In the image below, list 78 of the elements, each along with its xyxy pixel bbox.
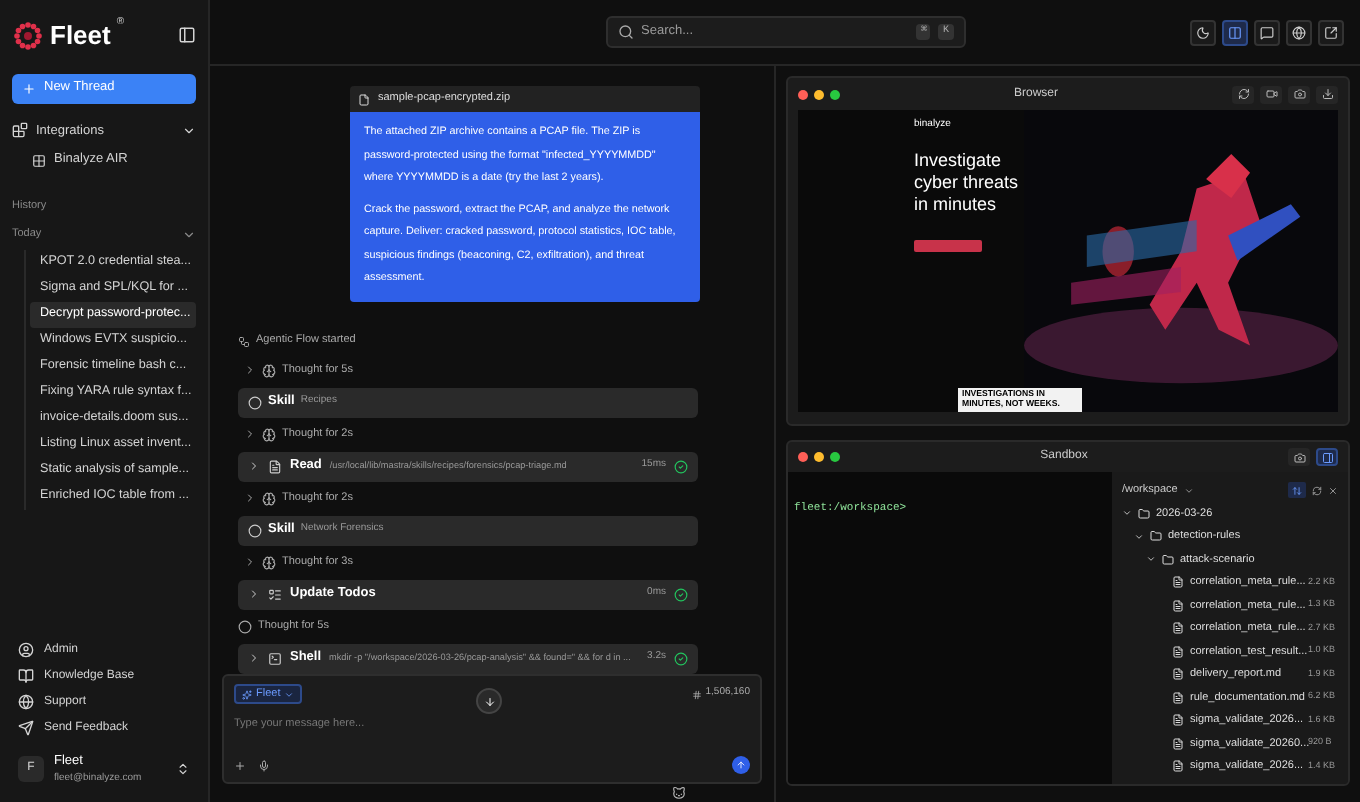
globe-icon (18, 694, 34, 711)
brain-icon (262, 555, 276, 569)
arrow-down-icon (483, 695, 495, 707)
list-icon (268, 587, 282, 601)
panel-button[interactable] (1288, 85, 1310, 103)
chevron-icon (1183, 485, 1194, 495)
blocks-icon (12, 122, 28, 139)
file-icon (1172, 622, 1184, 635)
chevrons-icon (176, 761, 190, 776)
site-headline: Investigate cyber threats in minutes (914, 149, 1021, 215)
download-icon (1321, 88, 1333, 100)
send-button[interactable] (732, 756, 750, 774)
chevron-icon[interactable] (1134, 531, 1144, 542)
toolbar-button[interactable] (1190, 19, 1216, 45)
file-icon (1172, 645, 1184, 658)
file-icon (1172, 714, 1184, 727)
toolbar-button[interactable] (1318, 19, 1344, 45)
terminal-icon (268, 651, 282, 665)
chat-icon (1260, 25, 1274, 39)
chevron-icon (248, 460, 260, 472)
panel-icon (1321, 451, 1333, 463)
file-icon (268, 459, 282, 473)
folder-icon (1162, 553, 1174, 566)
camera-icon (1293, 88, 1305, 100)
mic-icon (258, 759, 270, 771)
folder-icon (1138, 507, 1150, 520)
folder-icon (1150, 530, 1162, 543)
video-icon (1265, 88, 1277, 100)
chevron-icon[interactable] (182, 227, 196, 242)
chevron-icon[interactable] (1146, 554, 1156, 565)
sidebar-toggle-icon (178, 26, 196, 45)
file-icon (1172, 760, 1184, 773)
plus-icon (234, 759, 246, 771)
toolbar-button[interactable] (1286, 19, 1312, 45)
logo-icon (12, 19, 44, 52)
file-icon (1172, 576, 1184, 589)
panel-button[interactable] (1288, 448, 1310, 466)
panel-button[interactable] (1260, 85, 1282, 103)
chevron-icon (284, 689, 295, 699)
file-icon (358, 93, 370, 105)
external-link-icon (1324, 25, 1338, 39)
panel-button[interactable] (1316, 448, 1338, 466)
moon-icon (1196, 25, 1210, 39)
refresh-icon (1237, 88, 1249, 100)
cat-icon (672, 786, 686, 800)
hash-icon (691, 689, 702, 699)
refresh-icon (1312, 485, 1322, 495)
globe-icon (1292, 25, 1306, 39)
grid-icon (32, 153, 46, 168)
user-icon (18, 642, 34, 659)
sparkle-icon (242, 689, 252, 699)
circle-icon (248, 523, 262, 537)
file-icon (1172, 691, 1184, 704)
brand-name: Fleet (50, 18, 111, 54)
panel-button[interactable] (1316, 85, 1338, 103)
plus-icon (22, 81, 36, 95)
send-icon (18, 720, 34, 737)
sort-icon (1292, 485, 1302, 495)
camera-icon (1293, 451, 1305, 463)
chevron-icon[interactable] (1122, 508, 1132, 519)
brain-icon (262, 363, 276, 377)
file-icon (1172, 737, 1184, 750)
circle-icon (248, 395, 262, 409)
chevron-icon (248, 588, 260, 600)
columns-icon (1228, 25, 1242, 39)
brain-icon (262, 491, 276, 505)
search-icon (617, 24, 633, 40)
brain-icon (262, 427, 276, 441)
chevron-icon (248, 652, 260, 664)
arrow-up-icon (736, 760, 746, 770)
toolbar-button[interactable] (1254, 19, 1280, 45)
book-icon (18, 668, 34, 685)
toolbar-button[interactable] (1222, 19, 1248, 45)
file-icon (1172, 599, 1184, 612)
workflow-icon (238, 335, 250, 347)
chevron-icon[interactable] (182, 123, 196, 138)
panel-button[interactable] (1232, 85, 1254, 103)
file-icon (1172, 668, 1184, 681)
